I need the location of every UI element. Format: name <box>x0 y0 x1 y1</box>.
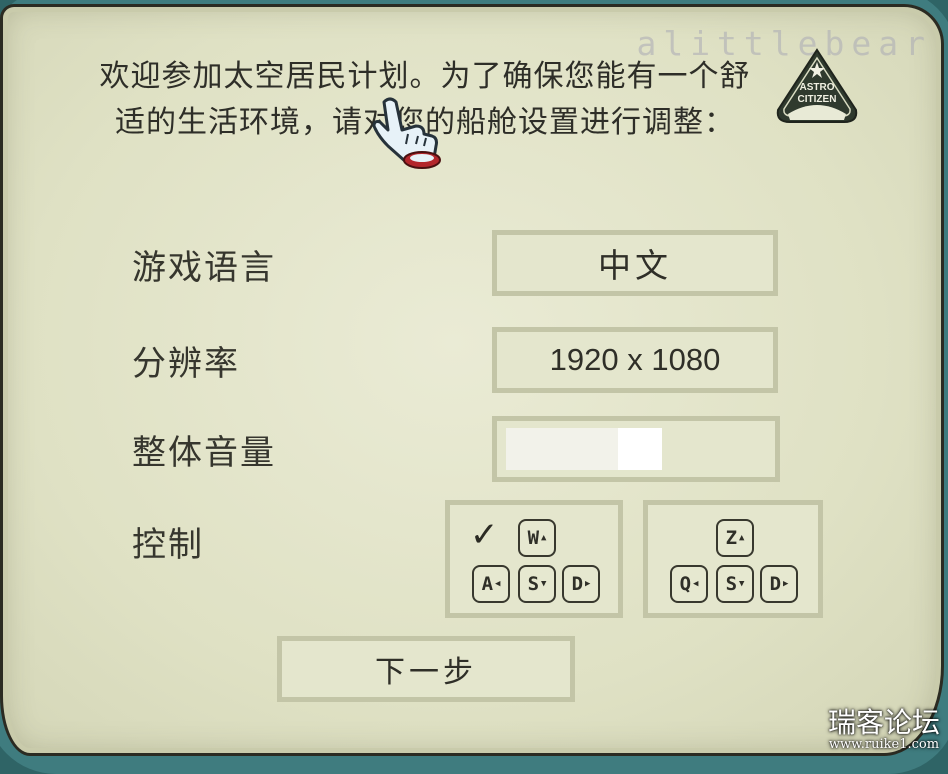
resolution-label: 分辨率 <box>132 344 240 384</box>
volume-slider[interactable] <box>492 416 780 482</box>
badge-line1: ASTRO <box>800 82 835 93</box>
key-up: W ▲ <box>518 519 556 557</box>
volume-fill <box>618 428 662 470</box>
control-scheme-zqsd[interactable]: Z ▲ Q ◀ S ▼ D ▶ <box>643 500 823 618</box>
language-value: 中文 <box>598 246 672 285</box>
next-button-label: 下一步 <box>375 655 477 690</box>
key-down: S ▼ <box>716 565 754 603</box>
forum-logo: 瑞客论坛 www.ruike1.com <box>828 708 940 752</box>
volume-track[interactable] <box>506 428 662 470</box>
forum-name: 瑞客论坛 <box>827 706 940 739</box>
controls-label: 控制 <box>132 525 204 565</box>
key-up: Z ▲ <box>716 519 754 557</box>
control-scheme-wasd[interactable]: ✓ W ▲ A ◀ S ▼ D ▶ <box>445 500 623 618</box>
selected-check-icon: ✓ <box>470 515 499 555</box>
key-right: D ▶ <box>562 565 600 603</box>
key-left: Q ◀ <box>670 565 708 603</box>
key-right: D ▶ <box>760 565 798 603</box>
volume-label: 整体音量 <box>132 433 276 473</box>
hand-cursor-icon <box>372 97 441 169</box>
key-down: S ▼ <box>518 565 556 603</box>
badge-line2: CITIZEN <box>798 94 837 105</box>
next-button[interactable]: 下一步 <box>277 636 575 702</box>
astro-citizen-badge: ASTRO CITIZEN <box>776 48 858 123</box>
language-select[interactable]: 中文 <box>492 230 778 296</box>
language-label: 游戏语言 <box>132 248 276 288</box>
key-left: A ◀ <box>472 565 510 603</box>
forum-url: www.ruike1.com <box>828 737 940 752</box>
resolution-value: 1920 x 1080 <box>549 342 721 377</box>
resolution-select[interactable]: 1920 x 1080 <box>492 327 778 393</box>
